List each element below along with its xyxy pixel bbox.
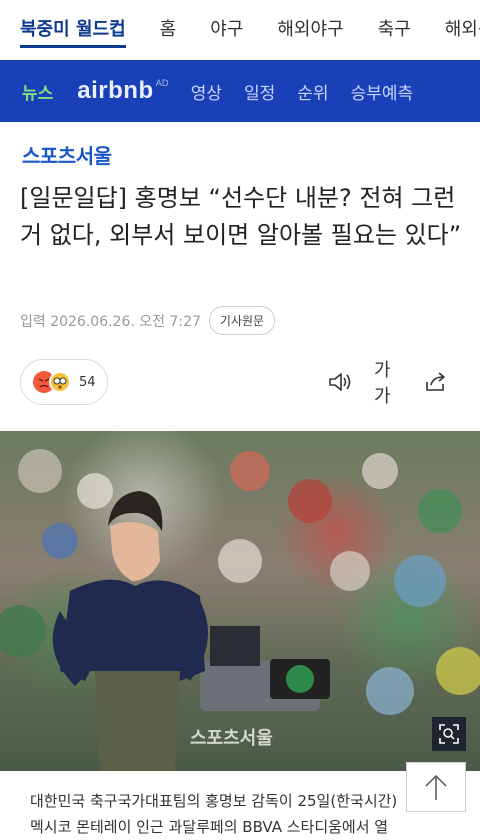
reaction-button[interactable]: 54 xyxy=(20,359,108,405)
sub-nav-item-news[interactable]: 뉴스 xyxy=(22,79,53,104)
body-line: 멕시코 몬테레이 인근 과달루페의 BBVA 스타디움에서 열 xyxy=(30,818,389,836)
airbnb-logo: airbnb xyxy=(77,77,154,104)
body-line: 대한민국 축구국가대표팀의 홍명보 감독이 25일(한국시간) xyxy=(30,792,398,810)
reaction-count: 54 xyxy=(79,374,96,390)
photo-scene xyxy=(0,449,480,771)
top-nav: 북중미 월드컵 홈 야구 해외야구 축구 해외축 xyxy=(0,0,480,60)
surprise-emoji-icon xyxy=(49,371,71,393)
top-nav-item-overseas-soccer[interactable]: 해외축 xyxy=(425,0,480,60)
font-size-label: 가가 xyxy=(374,360,391,407)
article-tools: 가가 xyxy=(306,360,450,407)
zoom-icon[interactable] xyxy=(432,717,466,751)
sub-nav-item-prediction[interactable]: 승부예측 xyxy=(351,79,414,104)
volume-icon[interactable] xyxy=(326,368,354,396)
article-meta: 입력 2026.06.26. 오전 7:27 기사원문 xyxy=(20,306,276,335)
top-nav-item-worldcup[interactable]: 북중미 월드컵 xyxy=(0,0,126,60)
top-nav-item-home[interactable]: 홈 xyxy=(140,0,177,60)
arrow-up-icon xyxy=(425,774,447,800)
article-date: 입력 2026.06.26. 오전 7:27 xyxy=(20,313,201,330)
scroll-top-button[interactable] xyxy=(406,762,466,812)
sub-nav-item-schedule[interactable]: 일정 xyxy=(244,79,275,104)
sponsor-logo[interactable]: airbnb AD xyxy=(77,77,168,105)
photo-watermark: 스포츠서울 xyxy=(190,728,273,749)
article-body: 대한민국 축구국가대표팀의 홍명보 감독이 25일(한국시간) 멕시코 몬테레이… xyxy=(30,788,460,840)
share-icon[interactable] xyxy=(422,368,450,396)
sub-nav-item-video[interactable]: 영상 xyxy=(191,79,222,104)
source-logo[interactable]: 스포츠서울 xyxy=(22,140,112,169)
top-nav-item-overseas-baseball[interactable]: 해외야구 xyxy=(257,0,343,60)
ad-badge: AD xyxy=(155,79,169,89)
sub-nav: 뉴스 airbnb AD 영상 일정 순위 승부예측 xyxy=(0,60,480,122)
sub-nav-item-ranking[interactable]: 순위 xyxy=(297,79,328,104)
top-nav-item-baseball[interactable]: 야구 xyxy=(190,0,243,60)
article-title: [일문일답] 홍명보 “선수단 내분? 전혀 그런 거 없다, 외부서 보이면 … xyxy=(20,184,462,249)
font-size-button[interactable]: 가가 xyxy=(374,360,402,407)
original-article-button[interactable]: 기사원문 xyxy=(208,306,276,335)
top-nav-item-soccer[interactable]: 축구 xyxy=(358,0,411,60)
article-photo[interactable]: 스포츠서울 xyxy=(0,431,480,771)
